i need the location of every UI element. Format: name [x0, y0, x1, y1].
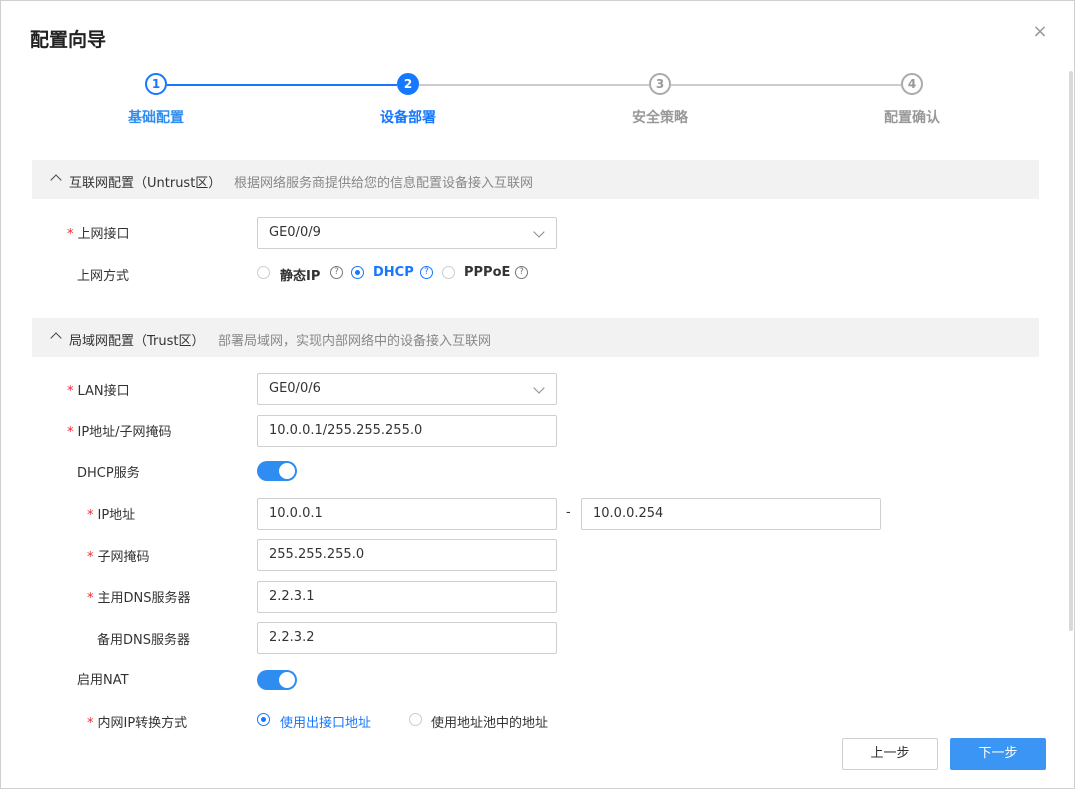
dns1-label: * 主用DNS服务器 — [87, 591, 191, 606]
dns2-input[interactable]: 2.2.3.2 — [257, 622, 557, 654]
step-2-label: 设备部署 — [380, 110, 436, 126]
internet-section-title: 互联网配置（Untrust区） — [69, 176, 222, 191]
subnet-mask-label: * 子网掩码 — [87, 550, 150, 565]
radio-pppoe-label[interactable]: PPPoE — [464, 265, 510, 280]
lan-section-header[interactable]: 局域网配置（Trust区） 部署局域网，实现内部网络中的设备接入互联网 — [32, 318, 1039, 357]
close-icon[interactable]: × — [1031, 23, 1049, 41]
chevron-up-icon[interactable] — [50, 171, 62, 183]
uplink-select[interactable]: GE0/0/9 — [257, 217, 557, 249]
radio-static-ip-label[interactable]: 静态IP — [280, 265, 320, 284]
step-4-label: 配置确认 — [884, 110, 940, 126]
subnet-mask-input[interactable]: 255.255.255.0 — [257, 539, 557, 571]
chevron-up-icon[interactable] — [50, 329, 62, 341]
required-marker: * — [87, 591, 94, 606]
radio-address-pool[interactable] — [409, 713, 422, 726]
lan-section-title: 局域网配置（Trust区） — [69, 334, 205, 349]
internet-section-desc: 根据网络服务商提供给您的信息配置设备接入互联网 — [234, 176, 534, 191]
dialog-title: 配置向导 — [30, 29, 107, 51]
step-3-label: 安全策略 — [632, 110, 688, 126]
next-button[interactable]: 下一步 — [950, 738, 1046, 770]
lan-port-select[interactable]: GE0/0/6 — [257, 373, 557, 405]
dhcp-service-toggle[interactable] — [257, 461, 297, 481]
ip-start-input[interactable]: 10.0.0.1 — [257, 498, 557, 530]
step-connector-3 — [671, 84, 901, 86]
lan-port-label: * LAN接口 — [67, 384, 130, 399]
required-marker: * — [87, 716, 94, 731]
nat-label: 启用NAT — [77, 673, 129, 688]
required-marker: * — [67, 227, 74, 242]
radio-static-ip[interactable] — [257, 266, 270, 279]
step-connector-1 — [167, 84, 397, 86]
radio-outbound-interface-label[interactable]: 使用出接口地址 — [280, 712, 371, 731]
radio-pppoe[interactable] — [442, 266, 455, 279]
ip-end-input[interactable]: 10.0.0.254 — [581, 498, 881, 530]
step-2-circle: 2 — [397, 73, 419, 95]
radio-dhcp[interactable] — [351, 266, 364, 279]
ip-range-label: * IP地址 — [87, 508, 136, 523]
chevron-down-icon — [533, 226, 545, 238]
required-marker: * — [67, 425, 74, 440]
chevron-down-icon — [533, 382, 545, 394]
ip-mask-label: * IP地址/子网掩码 — [67, 425, 172, 440]
radio-outbound-interface[interactable] — [257, 713, 270, 726]
nat-mode-label: * 内网IP转换方式 — [87, 716, 188, 731]
prev-button[interactable]: 上一步 — [842, 738, 938, 770]
range-separator: - — [566, 505, 571, 520]
help-icon[interactable]: ? — [330, 266, 343, 279]
dns1-input[interactable]: 2.2.3.1 — [257, 581, 557, 613]
dns2-label: 备用DNS服务器 — [97, 633, 190, 648]
step-1-circle: 1 — [145, 73, 167, 95]
help-icon[interactable]: ? — [515, 266, 528, 279]
step-connector-2 — [419, 84, 649, 86]
lan-section-desc: 部署局域网，实现内部网络中的设备接入互联网 — [218, 334, 492, 349]
mode-label: 上网方式 — [77, 269, 130, 284]
help-icon[interactable]: ? — [420, 266, 433, 279]
scrollbar[interactable] — [1069, 71, 1073, 631]
nat-toggle[interactable] — [257, 670, 297, 690]
radio-dhcp-label[interactable]: DHCP — [373, 265, 414, 280]
config-wizard-dialog: 配置向导 × 1 2 3 4 基础配置 设备部署 安全策略 配置确认 互联网配置… — [0, 0, 1075, 789]
uplink-label: * 上网接口 — [67, 227, 130, 242]
internet-section-header[interactable]: 互联网配置（Untrust区） 根据网络服务商提供给您的信息配置设备接入互联网 — [32, 160, 1039, 199]
ip-mask-input[interactable]: 10.0.0.1/255.255.255.0 — [257, 415, 557, 447]
dhcp-service-label: DHCP服务 — [77, 466, 140, 481]
step-1-label: 基础配置 — [128, 110, 184, 126]
required-marker: * — [87, 508, 94, 523]
step-3-circle: 3 — [649, 73, 671, 95]
step-4-circle: 4 — [901, 73, 923, 95]
radio-address-pool-label[interactable]: 使用地址池中的地址 — [431, 712, 548, 731]
required-marker: * — [67, 384, 74, 399]
required-marker: * — [87, 550, 94, 565]
